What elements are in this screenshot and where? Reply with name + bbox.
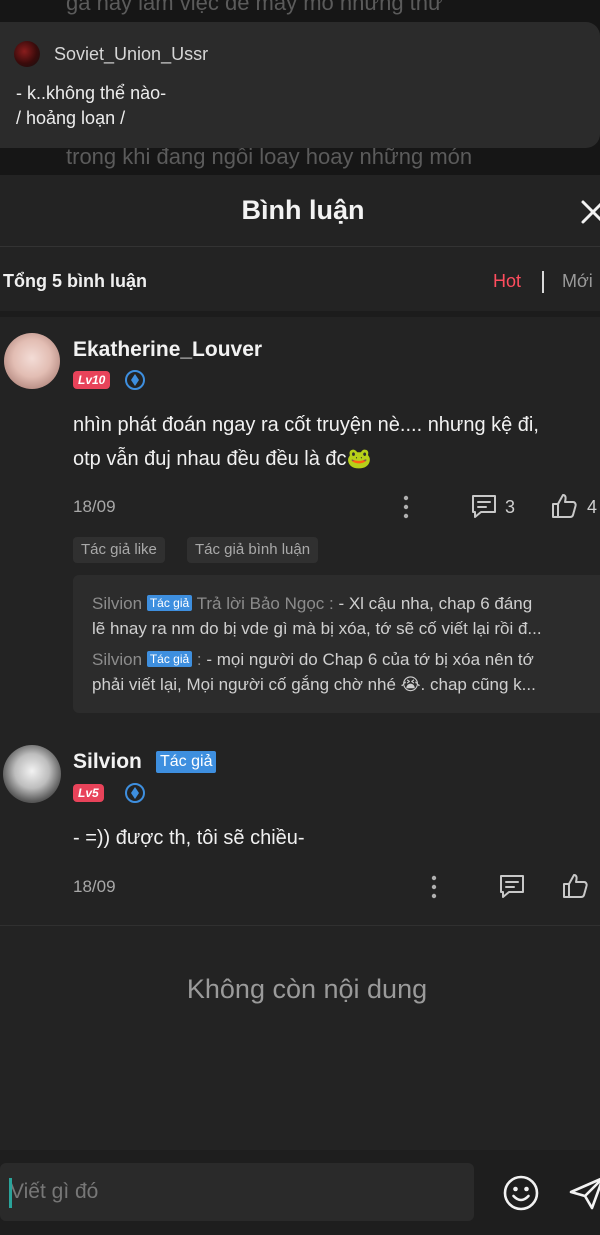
sort-new-tab[interactable]: Mới [562,271,593,292]
comment-date: 18/09 [73,497,116,516]
level-badge: Lv5 [73,784,104,802]
sort-divider [542,271,544,293]
reply-count: 3 [505,497,516,517]
comment-username[interactable]: Silvion [73,750,142,774]
reader-text-line: gà này làm việc để mày mò những thứ [66,0,443,15]
more-options-icon[interactable] [431,875,437,899]
reply-author: Silvion [92,594,143,613]
replies-preview[interactable]: Silvion Tác giả Trả lời Bảo Ngọc : - Xl … [73,575,600,713]
avatar[interactable] [3,745,61,803]
level-badge: Lv10 [73,371,111,389]
author-tag: Tác giả [146,595,193,611]
divider [0,311,600,317]
reply-text: - Xl cậu nha, chap 6 đáng [333,594,533,613]
comment-total: Tổng 5 bình luận [3,271,147,291]
popup-comment-line: / hoảng loạn / [16,108,126,128]
reply-text: - mọi người do Chap 6 của tớ bị xóa nên … [201,650,534,669]
sheet-title: Bình luận [241,195,365,225]
author-tag: Tác giả [146,651,193,667]
popup-username[interactable]: Soviet_Union_Ussr [54,44,208,65]
avatar[interactable] [4,333,60,389]
text-caret [9,1178,12,1208]
avatar[interactable] [14,41,40,67]
sort-hot-tab[interactable]: Hot [493,271,521,292]
reply-author: Silvion [92,650,143,669]
comment-username[interactable]: Ekatherine_Louver [73,338,262,362]
author-tag: Tác giả [156,751,217,773]
comments-sheet: Bình luận Tổng 5 bình luận Hot Mới Ekath… [0,175,600,1235]
reply-line: Silvion Tác giả Trả lời Bảo Ngọc : - Xl … [92,594,532,614]
reply-text: lẽ hnay ra nm do bị vde gì mà bị xóa, tớ… [92,619,542,638]
reply-line: Silvion Tác giả : - mọi người do Chap 6 … [92,650,534,670]
shield-icon [125,370,145,390]
comment-text: nhìn phát đoán ngay ra cốt truyện nè....… [73,414,539,436]
reply-icon[interactable] [498,873,526,899]
comment-input[interactable] [0,1163,474,1221]
end-of-content: Không còn nội dung [186,974,428,1004]
comment-text: otp vẫn đuj nhau đều đều là đc🐸 [73,448,372,470]
shield-icon [125,783,145,803]
like-icon[interactable] [561,872,589,900]
popup-comment-line: - k..không thể nào- [16,83,167,103]
comment-date: 18/09 [73,877,116,896]
emoji-icon[interactable] [502,1174,540,1212]
reply-target: Trả lời Bảo Ngọc : [196,594,334,613]
like-count: 4 [587,497,598,517]
comment-sort-bar: Tổng 5 bình luận Hot Mới [0,247,600,313]
inline-comment-popup[interactable]: Soviet_Union_Ussr - k..không thể nào- / … [0,22,600,148]
send-icon[interactable] [568,1175,600,1211]
more-options-icon[interactable] [403,495,409,519]
compose-bar [0,1150,600,1235]
close-icon[interactable] [578,197,600,227]
reply-text: phải viết lại, Mọi người cố gắng chờ nhé… [92,675,536,694]
like-icon[interactable] [550,492,578,520]
author-liked-chip: Tác giả like [73,537,165,563]
sheet-header: Bình luận [0,175,600,247]
reply-icon[interactable] [470,493,498,519]
divider [0,925,600,926]
author-commented-chip: Tác giả bình luận [187,537,319,563]
comment-text: - =)) được th, tôi sẽ chiều- [73,827,305,849]
reader-background: gà này làm việc để mày mò những thứ tron… [0,0,600,175]
